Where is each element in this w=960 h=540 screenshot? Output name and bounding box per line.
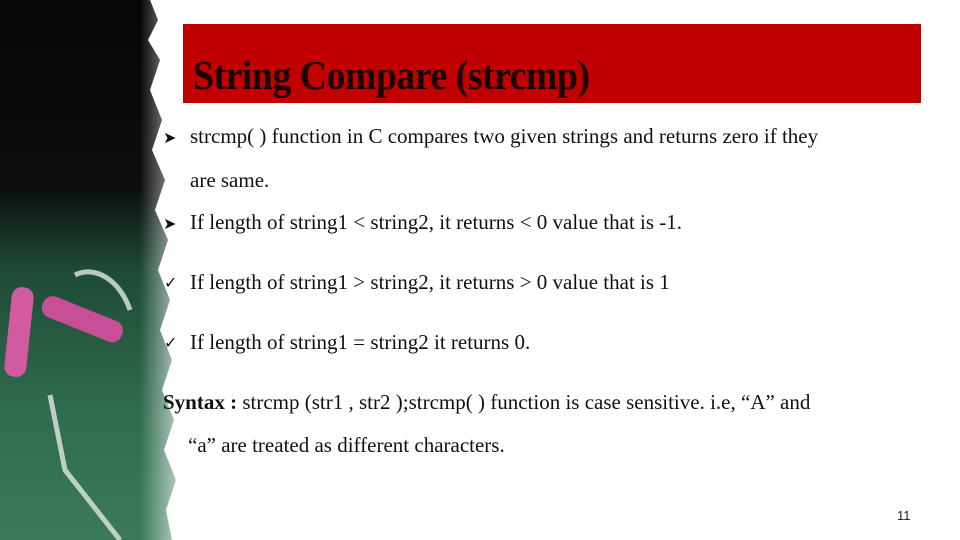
syntax-continuation: “a” are treated as different characters. xyxy=(188,433,505,457)
check-bullet-icon: ✓ xyxy=(164,275,178,292)
arrow-bullet-icon: ➤ xyxy=(163,216,177,233)
syntax-line: Syntax : strcmp (str1 , str2 );strcmp( )… xyxy=(163,390,810,415)
bullet-text-continuation: are same. xyxy=(190,168,270,192)
syntax-label: Syntax : xyxy=(163,390,238,414)
slide-title: String Compare (strcmp) xyxy=(193,52,590,98)
chalkboard-decoration xyxy=(0,0,200,540)
bullet-text: If length of string1 = string2 it return… xyxy=(190,330,531,354)
bullet-text: strcmp( ) function in C compares two giv… xyxy=(190,124,819,148)
arrow-bullet-icon: ➤ xyxy=(163,130,177,147)
title-bar: String Compare (strcmp) xyxy=(183,24,921,103)
page-number: 11 xyxy=(897,508,911,523)
bullet-text: If length of string1 < string2, it retur… xyxy=(190,210,683,234)
check-bullet-icon: ✓ xyxy=(164,335,178,352)
bullet-text: If length of string1 > string2, it retur… xyxy=(190,270,670,294)
syntax-text: strcmp (str1 , str2 );strcmp( ) function… xyxy=(237,390,811,414)
